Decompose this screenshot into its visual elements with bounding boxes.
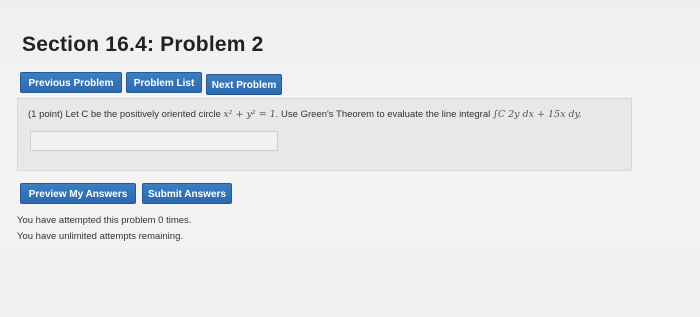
- page-title: Section 16.4: Problem 2: [22, 33, 264, 56]
- page: Section 16.4: Problem 2 Previous Problem…: [0, 0, 700, 317]
- attempts-status: You have attempted this problem 0 times.: [17, 215, 192, 226]
- problem-statement: (1 point) Let C be the positively orient…: [28, 109, 582, 120]
- preview-answers-button[interactable]: Preview My Answers: [20, 183, 136, 204]
- circle-equation: x² + y² = 1: [223, 109, 276, 120]
- line-integral: ∫C 2y dx + 15x dy.: [492, 109, 582, 120]
- problem-text-after: . Use Green's Theorem to evaluate the li…: [275, 109, 491, 120]
- problem-box: (1 point) Let C be the positively orient…: [17, 98, 632, 171]
- answer-input[interactable]: [30, 131, 278, 151]
- next-problem-button[interactable]: Next Problem: [206, 74, 282, 95]
- previous-problem-button[interactable]: Previous Problem: [20, 72, 122, 93]
- problem-list-button[interactable]: Problem List: [126, 72, 202, 93]
- remaining-status: You have unlimited attempts remaining.: [17, 231, 183, 242]
- submit-answers-button[interactable]: Submit Answers: [142, 183, 232, 204]
- problem-points: (1 point): [28, 109, 63, 120]
- problem-text-before: Let C be the positively oriented circle: [65, 109, 221, 120]
